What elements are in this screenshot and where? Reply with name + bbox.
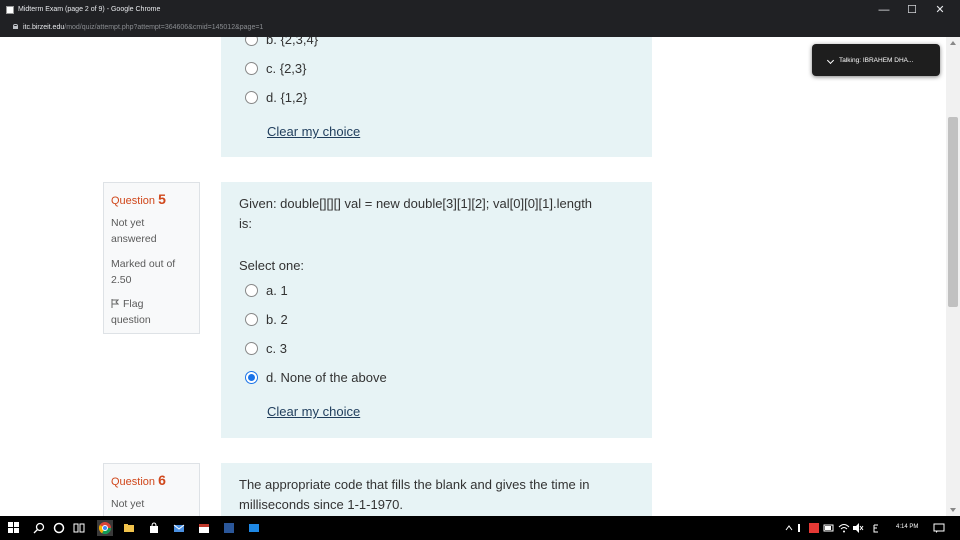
- radio-button[interactable]: [245, 284, 258, 297]
- language-icon[interactable]: [872, 522, 880, 534]
- wifi-icon[interactable]: [838, 522, 850, 534]
- window-title: Midterm Exam (page 2 of 9) - Google Chro…: [18, 6, 161, 13]
- q6-question-line2: milliseconds since 1-1-1970.: [239, 497, 404, 512]
- q5-status: Not yet answered: [111, 215, 157, 247]
- radio-button-selected[interactable]: [245, 371, 258, 384]
- q5-marks: Marked out of 2.50: [111, 256, 175, 288]
- q5-status-line1: Not yet: [111, 217, 145, 229]
- talking-indicator[interactable]: Talking: IBRAHEM DHA...: [812, 44, 940, 76]
- q5-option-d-label: d. None of the above: [266, 370, 387, 385]
- chevron-down-icon[interactable]: [826, 56, 835, 65]
- q6-status-line1: Not yet: [111, 498, 145, 510]
- maximize-icon[interactable]: ☐: [898, 3, 926, 17]
- url-host: itc.birzeit.edu: [23, 24, 65, 31]
- q5-question-text: Given: double[][][] val = new double[3][…: [239, 194, 649, 234]
- q5-option-a-label: a. 1: [266, 283, 288, 298]
- antivirus-icon[interactable]: [808, 522, 820, 534]
- q5-status-line2: answered: [111, 233, 157, 245]
- q5-option-c-label: c. 3: [266, 341, 287, 356]
- app-icon[interactable]: [248, 522, 260, 534]
- talking-text: Talking: IBRAHEM DHA...: [839, 57, 914, 64]
- q5-number: Question 5: [111, 191, 166, 207]
- file-explorer-icon[interactable]: [123, 522, 135, 534]
- radio-button[interactable]: [245, 91, 258, 104]
- address-bar[interactable]: itc.birzeit.edu/mod/quiz/attempt.php?att…: [0, 20, 960, 37]
- q5-question-line1: Given: double[][][] val = new double[3][…: [239, 196, 593, 211]
- notifications-icon[interactable]: [933, 522, 945, 534]
- q6-number-value: 6: [158, 472, 166, 488]
- battery-icon[interactable]: [823, 522, 835, 534]
- q6-number-label: Question: [111, 476, 156, 488]
- q5-flag-question[interactable]: Flag question: [111, 296, 151, 328]
- q5-marks-line2: 2.50: [111, 274, 132, 286]
- q5-clear-choice-link[interactable]: Clear my choice: [267, 404, 360, 419]
- task-view-icon[interactable]: [73, 522, 85, 534]
- page-scrollbar[interactable]: [946, 37, 960, 516]
- q6-question-text: The appropriate code that fills the blan…: [239, 475, 649, 515]
- q5-flag-line1: Flag: [123, 298, 144, 310]
- q5-option-b-label: b. 2: [266, 312, 288, 327]
- scrollbar-thumb[interactable]: [948, 117, 958, 307]
- minimize-icon[interactable]: —: [870, 3, 898, 17]
- question-6-info: Question 6 Not yet: [103, 463, 200, 516]
- q5-flag-line2: question: [111, 314, 151, 326]
- cortana-icon[interactable]: [53, 522, 65, 534]
- scroll-up-icon[interactable]: [950, 41, 956, 45]
- close-icon[interactable]: ✕: [926, 3, 954, 17]
- q5-marks-line1: Marked out of: [111, 258, 176, 270]
- scroll-down-icon[interactable]: [950, 508, 956, 512]
- flag-icon: [111, 299, 119, 308]
- mail-icon[interactable]: [173, 522, 185, 534]
- store-icon[interactable]: [148, 522, 160, 534]
- taskbar-clock[interactable]: 4:14 PM: [896, 524, 918, 530]
- lock-icon: [13, 24, 18, 29]
- usb-icon[interactable]: [795, 522, 803, 534]
- calendar-icon[interactable]: [198, 522, 210, 534]
- question-5-info: Question 5 Not yet answered Marked out o…: [103, 182, 200, 334]
- q4-option-b-label: b. {2,3,4}: [266, 37, 319, 47]
- window-title-bar: Midterm Exam (page 2 of 9) - Google Chro…: [0, 0, 960, 20]
- chrome-window-icon: [6, 6, 14, 14]
- q5-number-label: Question: [111, 195, 156, 207]
- radio-button[interactable]: [245, 313, 258, 326]
- windows-start-icon[interactable]: [8, 522, 20, 534]
- q4-option-d-label: d. {1,2}: [266, 90, 308, 105]
- windows-taskbar: 4:14 PM: [0, 516, 960, 540]
- word-icon[interactable]: [223, 522, 235, 534]
- chrome-taskbar-icon[interactable]: [97, 520, 113, 536]
- q6-status: Not yet: [111, 496, 144, 512]
- url-text[interactable]: itc.birzeit.edu/mod/quiz/attempt.php?att…: [23, 24, 263, 31]
- search-icon[interactable]: [33, 522, 45, 534]
- q5-number-value: 5: [158, 191, 166, 207]
- radio-button[interactable]: [245, 62, 258, 75]
- q4-clear-choice-link[interactable]: Clear my choice: [267, 124, 360, 139]
- page-content: b. {2,3,4} c. {2,3} d. {1,2} Clear my ch…: [0, 37, 946, 516]
- q5-select-one: Select one:: [239, 258, 305, 273]
- url-path: /mod/quiz/attempt.php?attempt=364606&cmi…: [64, 24, 264, 31]
- q5-question-line2: is:: [239, 216, 252, 231]
- radio-button[interactable]: [245, 342, 258, 355]
- q6-question-line1: The appropriate code that fills the blan…: [239, 477, 590, 492]
- volume-muted-icon[interactable]: [852, 522, 864, 534]
- q4-option-c-label: c. {2,3}: [266, 61, 307, 76]
- tray-chevron-up-icon[interactable]: [785, 522, 793, 534]
- q6-number: Question 6: [111, 472, 166, 488]
